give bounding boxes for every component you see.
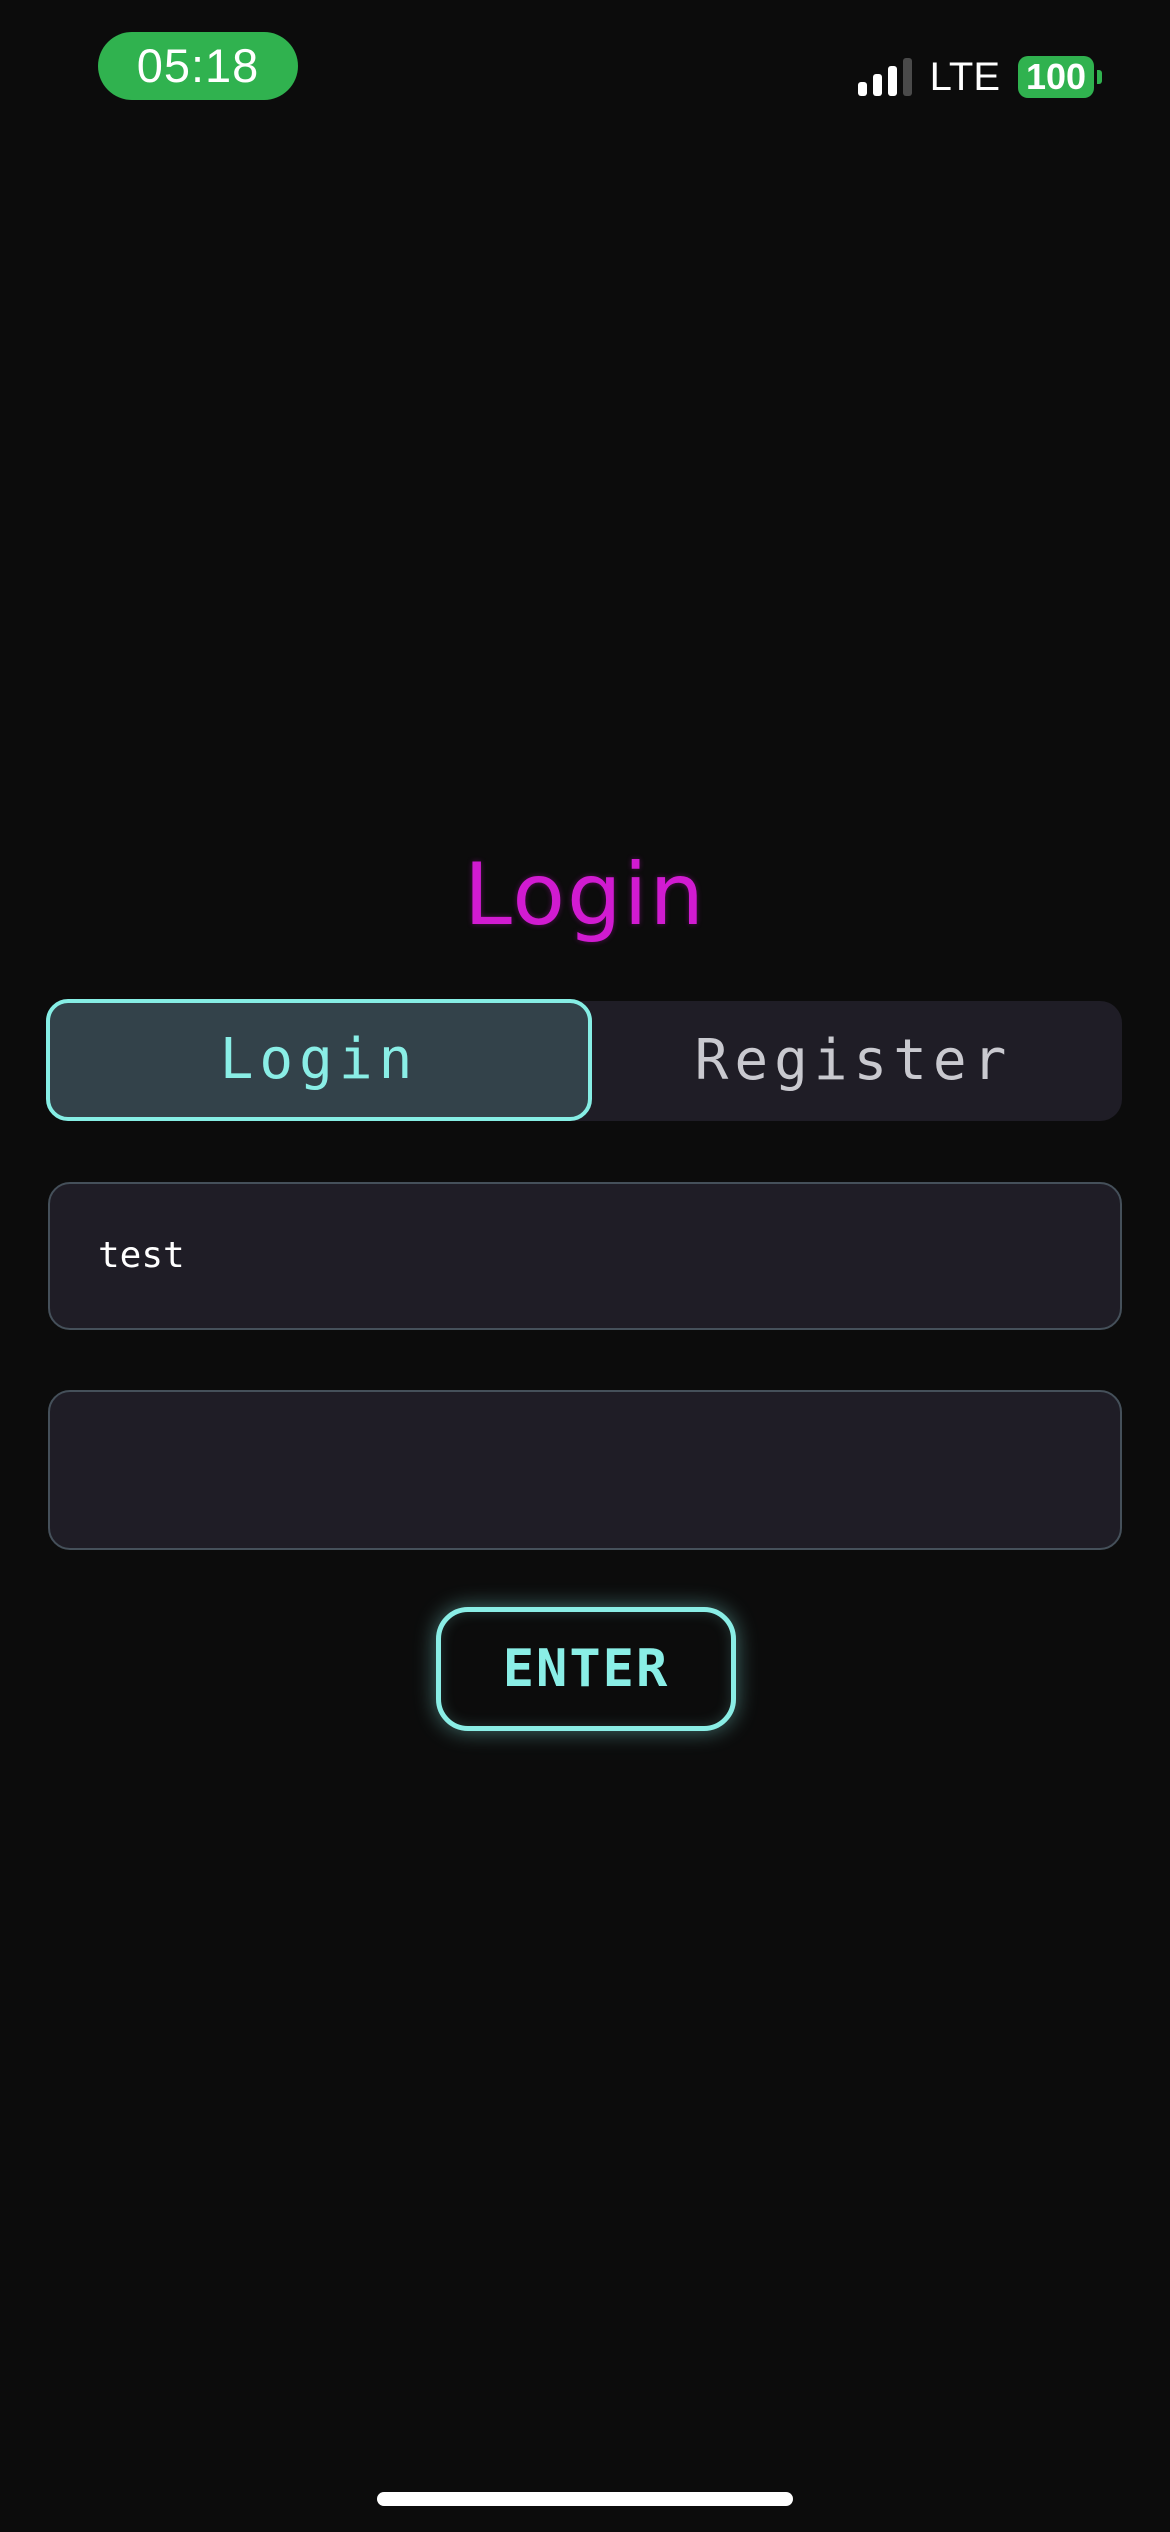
- username-field[interactable]: test: [48, 1182, 1122, 1330]
- battery-icon: 100: [1018, 56, 1102, 98]
- auth-mode-tabs: Register Login: [46, 999, 1122, 1121]
- page-title: Login: [463, 845, 706, 945]
- tab-login[interactable]: Login: [46, 999, 592, 1121]
- enter-button[interactable]: ENTER: [436, 1607, 736, 1731]
- tab-register[interactable]: Register: [585, 1001, 1122, 1121]
- network-type: LTE: [929, 54, 1000, 99]
- signal-bars-icon: [857, 58, 912, 96]
- battery-nub: [1097, 70, 1102, 84]
- password-field[interactable]: [48, 1390, 1122, 1550]
- status-time: 05:18: [98, 32, 298, 100]
- battery-level: 100: [1025, 56, 1087, 97]
- status-indicators: LTE 100: [857, 54, 1102, 100]
- login-screen: 05:18 LTE 100 Login Register Login test …: [0, 0, 1170, 2532]
- username-value: test: [98, 1235, 185, 1276]
- home-indicator[interactable]: [377, 2492, 793, 2506]
